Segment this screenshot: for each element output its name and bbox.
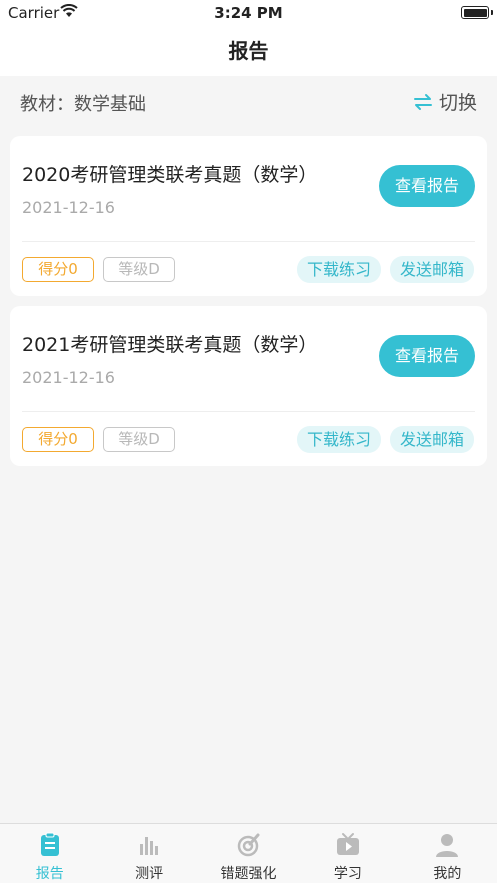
report-date: 2021-12-16: [22, 368, 115, 387]
switch-label: 切换: [438, 92, 477, 114]
report-title: 2021考研管理类联考真题（数学）: [22, 334, 318, 356]
report-icon: [40, 832, 59, 856]
report-date: 2021-12-16: [22, 198, 115, 217]
view-report-button[interactable]: 查看报告: [379, 165, 475, 207]
target-pen-icon: [237, 833, 260, 857]
tab-label: 我的: [433, 866, 462, 882]
score-badge: 得分0: [22, 427, 94, 452]
status-bar: Carrier 3:24 PM: [0, 0, 497, 26]
score-badge: 得分0: [22, 257, 94, 282]
nav-bar: 报告: [0, 26, 497, 76]
grade-badge: 等级D: [103, 257, 175, 282]
material-label: 教材：数学基础: [20, 94, 146, 115]
tab-mistake-drill[interactable]: 错题强化: [199, 824, 298, 883]
battery-icon: [461, 6, 493, 19]
send-email-button[interactable]: 发送邮箱: [390, 256, 474, 283]
tab-bar: 报告 测评 错题强化 学习 我的: [0, 823, 497, 883]
tab-evaluation[interactable]: 测评: [99, 824, 198, 883]
divider: [22, 241, 475, 242]
view-report-button[interactable]: 查看报告: [379, 335, 475, 377]
bar-chart-icon: [140, 837, 159, 855]
report-title: 2020考研管理类联考真题（数学）: [22, 164, 318, 186]
page-title: 报告: [228, 39, 269, 63]
status-time: 3:24 PM: [214, 4, 283, 22]
tab-label: 报告: [35, 866, 64, 882]
report-card: 2020考研管理类联考真题（数学） 2021-12-16 查看报告 得分0 等级…: [10, 136, 487, 296]
report-card: 2021考研管理类联考真题（数学） 2021-12-16 查看报告 得分0 等级…: [10, 306, 487, 466]
download-practice-button[interactable]: 下载练习: [297, 426, 381, 453]
material-bar: 教材：数学基础 切换: [0, 78, 497, 124]
send-email-button[interactable]: 发送邮箱: [390, 426, 474, 453]
grade-badge: 等级D: [103, 427, 175, 452]
tab-report[interactable]: 报告: [0, 824, 99, 883]
tab-label: 学习: [333, 866, 362, 882]
tab-mine[interactable]: 我的: [398, 824, 497, 883]
tab-label: 错题强化: [220, 866, 277, 882]
switch-material-button[interactable]: 切换: [413, 88, 477, 115]
tab-label: 测评: [135, 866, 164, 882]
tab-study[interactable]: 学习: [298, 824, 397, 883]
download-practice-button[interactable]: 下载练习: [297, 256, 381, 283]
tv-play-icon: [336, 833, 359, 855]
swap-arrows-icon: [413, 93, 432, 110]
divider: [22, 411, 475, 412]
user-icon: [436, 834, 459, 857]
